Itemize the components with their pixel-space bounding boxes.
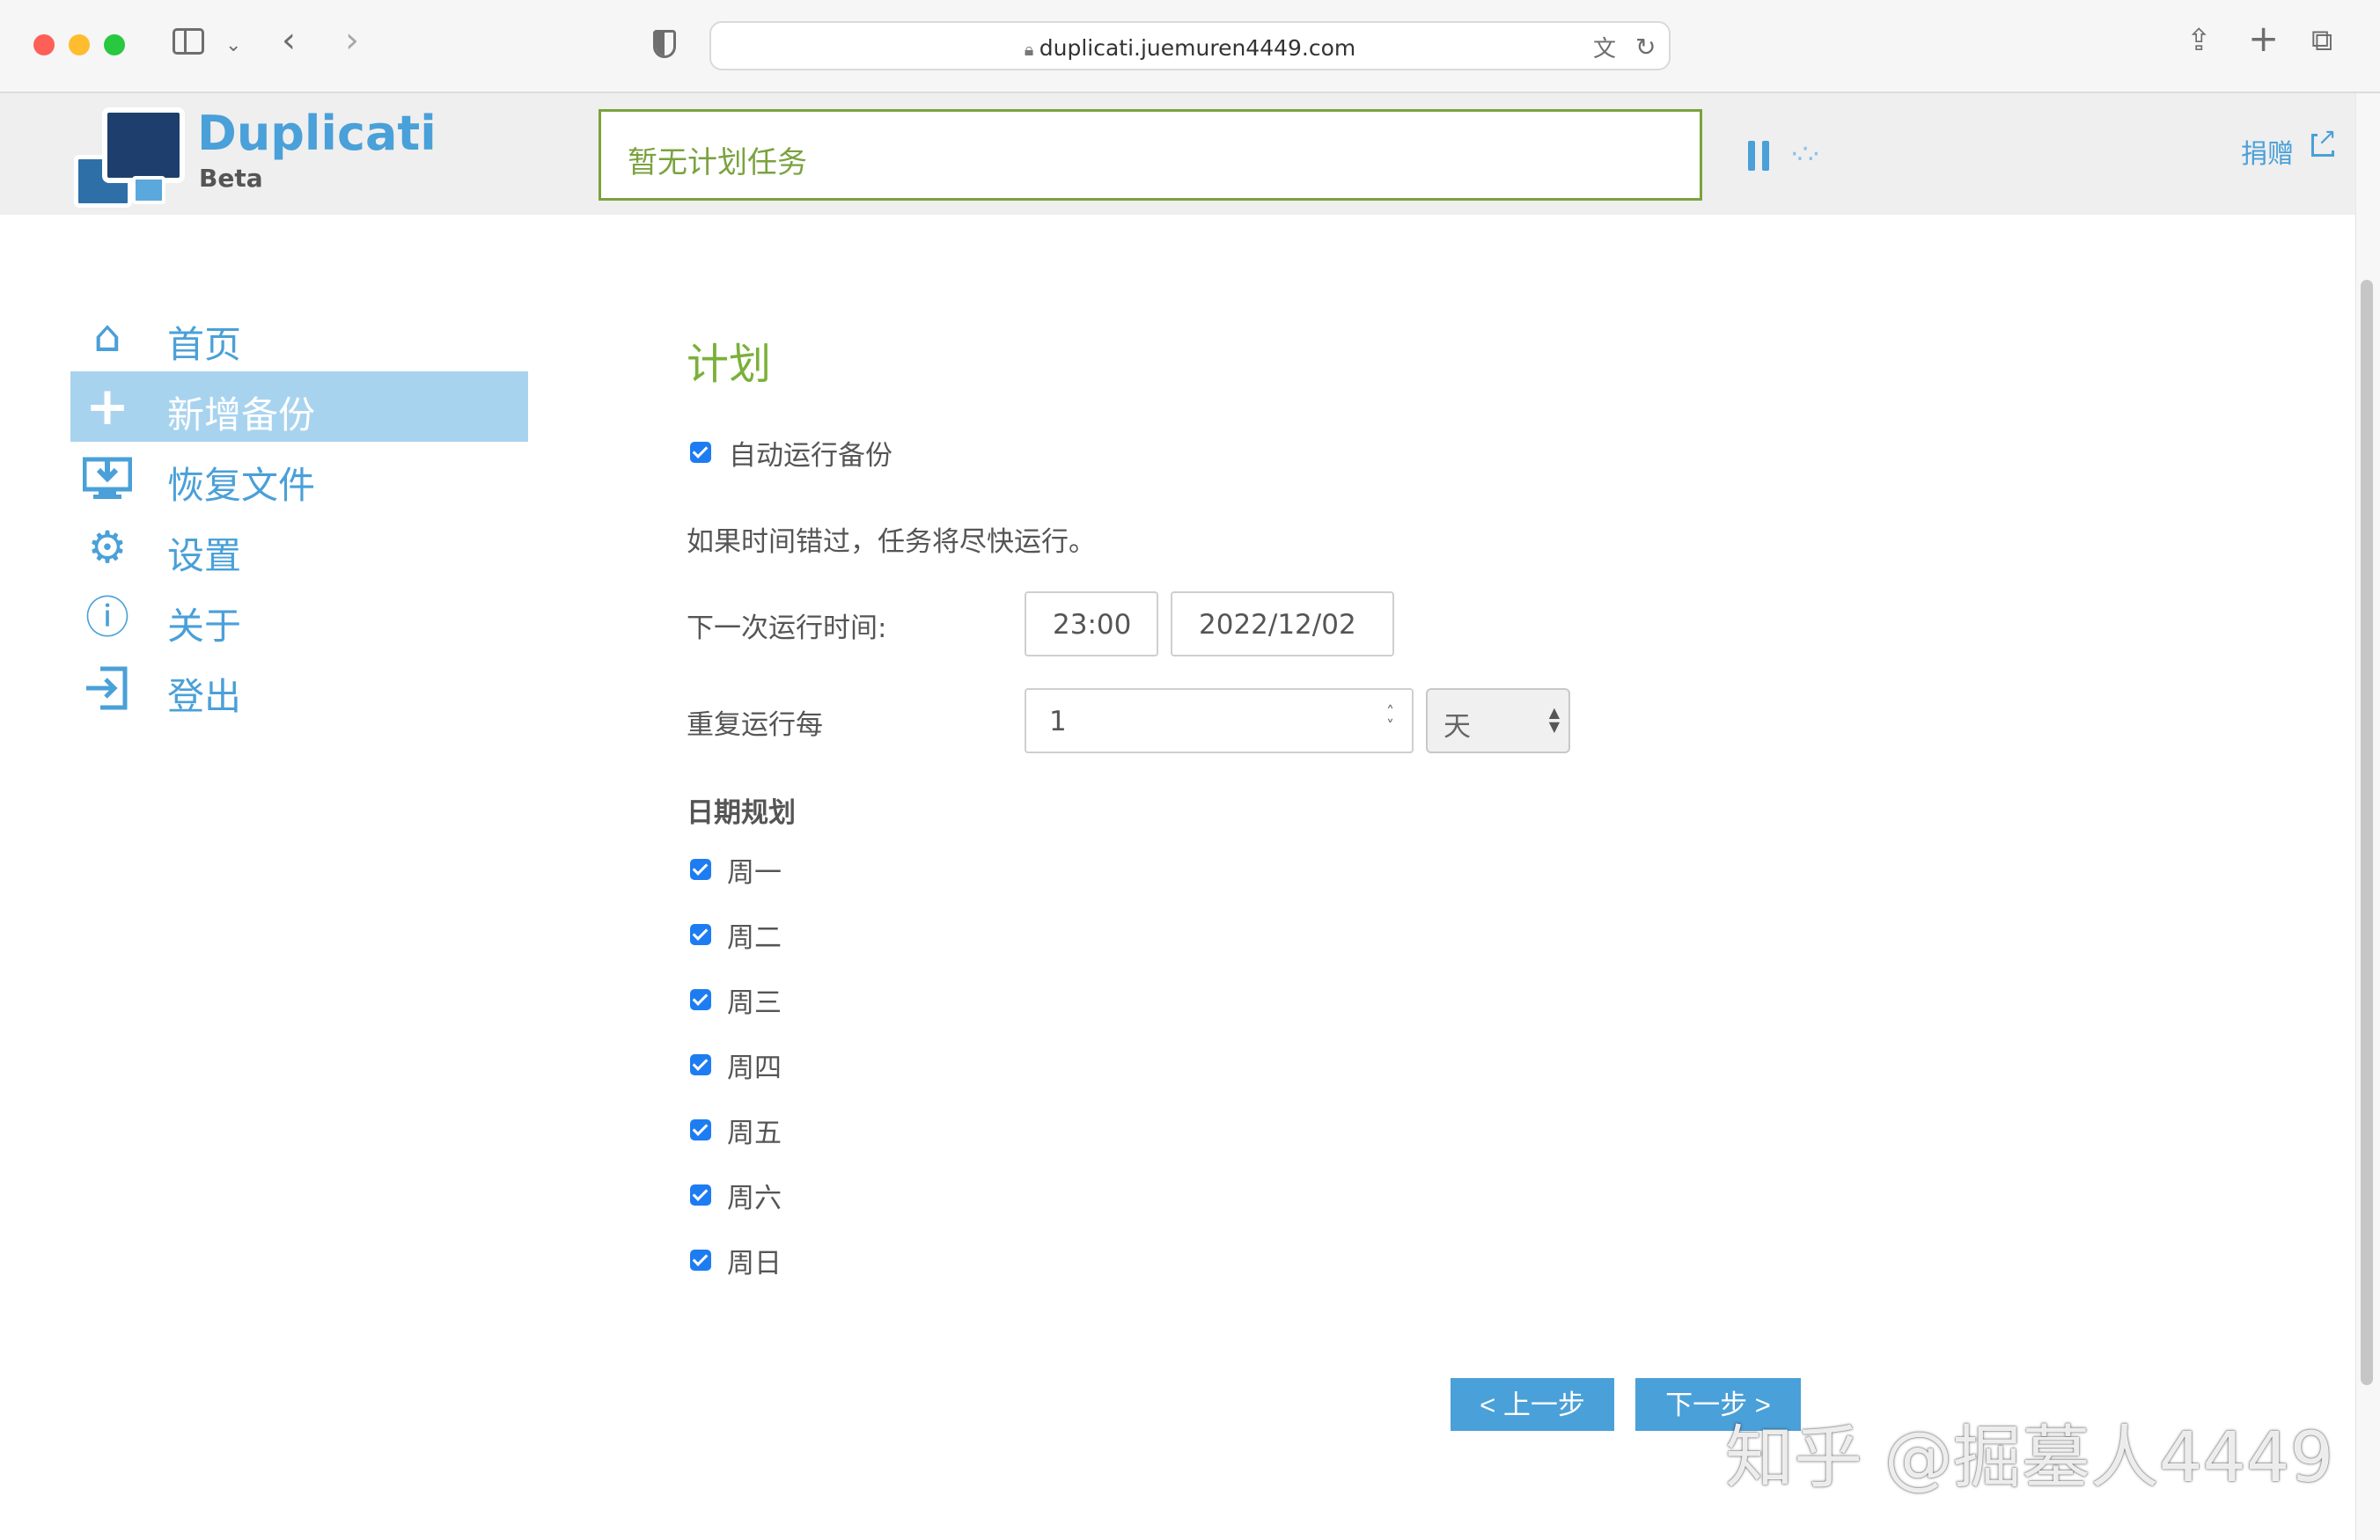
sidebar-item-settings[interactable]: ⚙ 设置 [70, 512, 528, 583]
back-icon[interactable]: ‹ [282, 23, 296, 58]
app-header: Duplicati Beta 暂无计划任务 ·∴· 捐赠 [0, 93, 2355, 215]
minimize-window-button[interactable] [69, 34, 90, 55]
sidebar-item-label: 关于 [167, 605, 242, 648]
sidebar-item-label: 恢复文件 [167, 464, 316, 507]
sidebar-item-label: 新增备份 [167, 393, 316, 436]
previous-step-button[interactable]: < 上一步 [1451, 1378, 1614, 1431]
sidebar-item-home[interactable]: ⌂ 首页 [70, 301, 528, 371]
address-bar[interactable]: 🔒︎ duplicati.juemuren4449.com 文 ↻ [709, 21, 1671, 70]
day-checkbox-thursday[interactable] [690, 1054, 711, 1075]
day-checkbox-wednesday[interactable] [690, 989, 711, 1010]
brand-beta-label: Beta [199, 164, 263, 193]
brand-name: Duplicati [197, 106, 437, 161]
day-label: 周六 [727, 1183, 782, 1214]
tabs-overview-icon[interactable]: ⧉ [2311, 25, 2332, 56]
restore-icon [82, 454, 133, 500]
translate-icon[interactable]: 文 [1593, 33, 1616, 65]
sidebar-item-about[interactable]: ⓘ 关于 [70, 583, 528, 653]
logout-icon [83, 665, 132, 711]
gear-icon: ⚙ [87, 522, 128, 573]
day-checkbox-friday[interactable] [690, 1119, 711, 1140]
day-checkbox-sunday[interactable] [690, 1250, 711, 1271]
plus-icon: + [84, 376, 130, 437]
duplicati-logo[interactable] [70, 102, 185, 208]
throttle-icon[interactable]: ·∴· [1790, 139, 1820, 170]
select-arrows-icon: ▲ ▼ [1548, 704, 1560, 735]
privacy-shield-icon[interactable] [653, 30, 676, 58]
status-text: 暂无计划任务 [628, 145, 807, 180]
sidebar-item-logout[interactable]: 登出 [70, 653, 528, 723]
sidebar-item-restore[interactable]: 恢复文件 [70, 442, 528, 512]
sidebar-item-label: 设置 [167, 534, 242, 577]
browser-toolbar: ⌄ ‹ › 🔒︎ duplicati.juemuren4449.com 文 ↻ … [0, 0, 2380, 93]
home-icon: ⌂ [93, 311, 121, 362]
sidebar-nav: ⌂ 首页 + 新增备份 恢复文件 ⚙ 设置 ⓘ 关于 登出 [70, 301, 528, 723]
reload-icon[interactable]: ↻ [1635, 32, 1656, 63]
pause-icon[interactable] [1748, 141, 1771, 171]
auto-run-checkbox[interactable] [690, 442, 711, 463]
url-text: duplicati.juemuren4449.com [1039, 35, 1356, 61]
repeat-label: 重复运行每 [687, 709, 823, 741]
stepper-arrows-icon[interactable]: ˄ ˅ [1386, 705, 1394, 735]
day-label: 周五 [727, 1118, 782, 1149]
day-schedule-heading: 日期规划 [687, 797, 796, 829]
sidebar-toggle-icon[interactable] [173, 28, 204, 55]
next-run-time-input[interactable]: 23:00 [1025, 591, 1158, 656]
day-checkbox-tuesday[interactable] [690, 924, 711, 945]
new-tab-icon[interactable]: + [2248, 20, 2279, 57]
date-value: 2022/12/02 [1199, 609, 1356, 641]
next-run-label: 下一次运行时间: [687, 612, 887, 644]
sidebar-item-label: 首页 [167, 323, 242, 366]
missed-run-note: 如果时间错过，任务将尽快运行。 [687, 526, 1096, 558]
day-label: 周二 [727, 922, 782, 954]
watermark-text: 知乎 @掘墓人4449 [1725, 1419, 2334, 1498]
repeat-number-input[interactable]: 1 ˄ ˅ [1025, 688, 1414, 753]
repeat-unit-value: 天 [1443, 711, 1471, 743]
zoom-window-button[interactable] [104, 34, 125, 55]
time-value: 23:00 [1053, 609, 1132, 641]
external-link-icon[interactable] [2311, 124, 2337, 157]
sidebar-item-label: 登出 [167, 675, 242, 718]
share-icon[interactable]: ⇪ [2186, 25, 2212, 56]
chevron-down-icon[interactable]: ⌄ [225, 30, 241, 62]
auto-run-label: 自动运行备份 [729, 440, 892, 472]
day-label: 周日 [727, 1248, 782, 1280]
day-label: 周四 [727, 1052, 782, 1084]
donate-link[interactable]: 捐赠 [2241, 132, 2294, 171]
status-panel: 暂无计划任务 [599, 109, 1702, 201]
next-run-date-input[interactable]: 2022/12/02 [1171, 591, 1394, 656]
close-window-button[interactable] [33, 34, 55, 55]
repeat-unit-select[interactable]: 天 ▲ ▼ [1426, 688, 1570, 753]
repeat-value: 1 [1049, 706, 1067, 737]
scrollbar-thumb[interactable] [2361, 280, 2373, 1385]
info-icon: ⓘ [85, 592, 129, 643]
day-label: 周三 [727, 987, 782, 1019]
page-title: 计划 [687, 340, 772, 389]
lock-icon: 🔒︎ [1024, 39, 1039, 60]
day-checkbox-monday[interactable] [690, 859, 711, 880]
forward-icon[interactable]: › [345, 23, 359, 58]
day-label: 周一 [727, 857, 782, 889]
sidebar-item-add-backup[interactable]: + 新增备份 [70, 371, 528, 442]
day-checkbox-saturday[interactable] [690, 1184, 711, 1206]
